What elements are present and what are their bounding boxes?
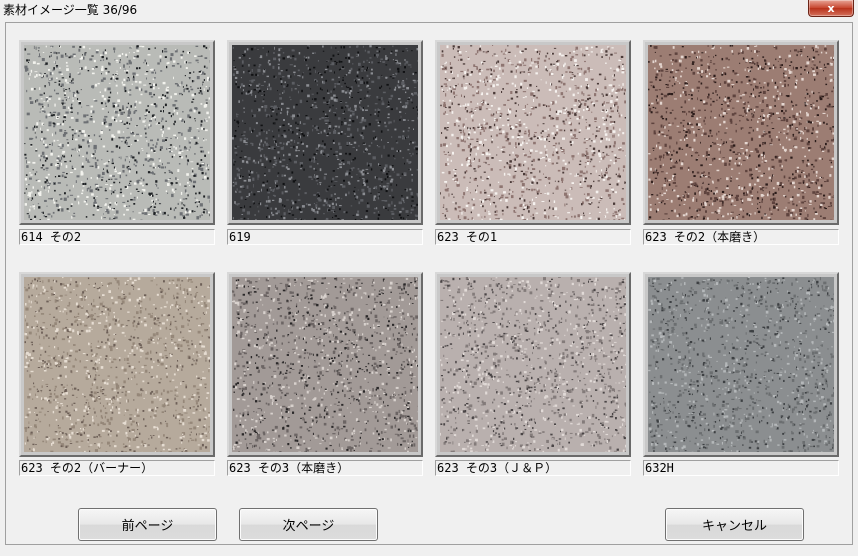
title-bar: 素材イメージ一覧 36/96 x [0, 0, 858, 18]
material-label-2: 619 [227, 229, 423, 245]
close-button[interactable]: x [808, 0, 854, 17]
material-label-1: 614 その2 [19, 229, 215, 245]
material-swatch-1[interactable] [19, 40, 215, 225]
material-label-3: 623 その1 [435, 229, 631, 245]
material-swatch-6[interactable] [227, 272, 423, 457]
cancel-button[interactable]: キャンセル [665, 508, 804, 541]
material-swatch-5[interactable] [19, 272, 215, 457]
material-swatch-7[interactable] [435, 272, 631, 457]
granite-texture [440, 45, 626, 220]
granite-texture [24, 45, 210, 220]
material-label-8: 632H [643, 460, 839, 476]
material-label-4: 623 その2（本磨き） [643, 229, 839, 245]
granite-texture [232, 277, 418, 452]
window-title: 素材イメージ一覧 36/96 [3, 3, 138, 17]
material-swatch-2[interactable] [227, 40, 423, 225]
material-label-7: 623 その3（Ｊ＆Ｐ） [435, 460, 631, 476]
granite-texture [232, 45, 418, 220]
prev-page-button[interactable]: 前ページ [78, 508, 217, 541]
granite-texture [648, 277, 834, 452]
granite-texture [24, 277, 210, 452]
next-page-button[interactable]: 次ページ [239, 508, 378, 541]
close-icon: x [827, 1, 835, 15]
material-swatch-4[interactable] [643, 40, 839, 225]
material-label-5: 623 その2（バーナー） [19, 460, 215, 476]
granite-texture [648, 45, 834, 220]
material-label-6: 623 その3（本磨き） [227, 460, 423, 476]
material-swatch-3[interactable] [435, 40, 631, 225]
material-swatch-8[interactable] [643, 272, 839, 457]
granite-texture [440, 277, 626, 452]
